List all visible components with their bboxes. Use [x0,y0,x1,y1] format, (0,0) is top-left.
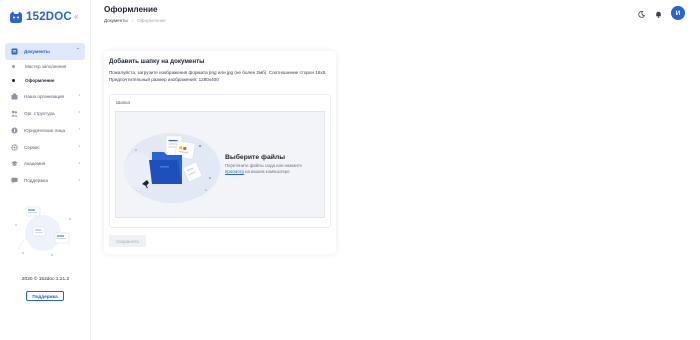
logo-text: 152DOC [26,11,72,23]
sidebar-item-label: Юридические лица [24,127,66,133]
sidebar-item-label: Сервис [24,144,40,150]
chevron-right-icon: › [78,92,80,99]
page-title: Оформление [104,5,158,14]
dropzone-hint-text: Перетяните файлы сюда или нажмите [225,163,302,168]
chevron-right-icon: › [78,126,80,133]
breadcrumb-link-documents[interactable]: Документы [104,18,128,23]
bullet-icon [12,79,15,83]
sidebar-item-legal-entities[interactable]: Юридические лица › [5,122,85,139]
sidebar-item-label: Орг. структура [24,110,55,116]
building-icon [10,92,18,100]
upload-field: Шапка Выберите файлы Перетяните файлы сю… [109,94,331,228]
support-button[interactable]: Поддержка [26,291,64,301]
sidebar-illustration [15,206,71,256]
sidebar-item-label: Документы [24,48,50,54]
gear-icon [10,143,18,151]
folder-upload-illustration [124,133,220,203]
theme-toggle-moon-icon[interactable] [637,10,645,18]
collapse-sidebar-icon[interactable]: « [74,13,78,21]
sidebar-subitem-label: Оформление [25,78,55,84]
sidebar-item-service[interactable]: Сервис › [5,139,85,156]
header-upload-card: Добавить шапку на документы Пожалуйста, … [104,51,336,254]
sidebar-item-label: Поддержка [24,178,48,184]
bullet-icon [12,65,15,69]
sidebar-nav: Документы ⌃ Мастер заполнения Оформление… [5,43,85,189]
chevron-up-icon: ⌃ [75,47,80,54]
chevron-right-icon: › [78,177,80,184]
upload-field-label: Шапка [116,100,130,105]
dropzone-hint-text-after: на вашем компьютере [245,169,290,175]
sidebar-item-organization[interactable]: Наша организация › [5,88,85,105]
card-description: Пожалуйста, загрузите изображения формат… [109,70,327,82]
sidebar-item-academy[interactable]: Академия › [5,155,85,172]
logo[interactable]: 152DOC [9,10,72,24]
user-avatar[interactable]: И [671,6,685,20]
sidebar-subitem-design[interactable]: Оформление [5,74,85,88]
sidebar-subitem-wizard[interactable]: Мастер заполнения [5,60,85,74]
chevron-right-icon: › [78,143,80,150]
sidebar-item-support[interactable]: Поддержка › [5,172,85,189]
sidebar-item-label: Академия [24,161,46,167]
document-icon [10,47,18,55]
browse-files-link[interactable]: просмотр [225,169,244,174]
card-title: Добавить шапку на документы [109,58,205,65]
breadcrumb-separator: › [131,18,134,23]
save-button[interactable]: Сохранить [109,235,146,247]
people-icon [10,109,18,117]
dropzone-hint: Перетяните файлы сюда или нажмите просмо… [225,163,315,176]
sidebar-subitem-label: Мастер заполнения [25,64,67,70]
dog-logo-icon [10,11,22,23]
app-version: 2020 © 152doc 1.21.2 [21,277,70,282]
legal-entity-icon [10,126,18,134]
breadcrumb-current: Оформление [137,18,166,23]
sidebar-item-org-structure[interactable]: Орг. структура › [5,105,85,122]
sidebar-item-label: Наша организация [24,93,65,99]
dropzone-title: Выберите файлы [225,154,286,161]
chat-icon [10,177,18,185]
sidebar: 152DOC « Документы ⌃ Мастер заполнения О… [0,0,91,340]
academy-icon [10,160,18,168]
sidebar-item-documents[interactable]: Документы ⌃ [5,43,85,60]
breadcrumb: Документы › Оформление [104,18,166,23]
file-dropzone[interactable]: Выберите файлы Перетяните файлы сюда или… [115,111,325,218]
chevron-right-icon: › [78,160,80,167]
notifications-bell-icon[interactable] [654,10,662,18]
chevron-right-icon: › [78,109,80,116]
